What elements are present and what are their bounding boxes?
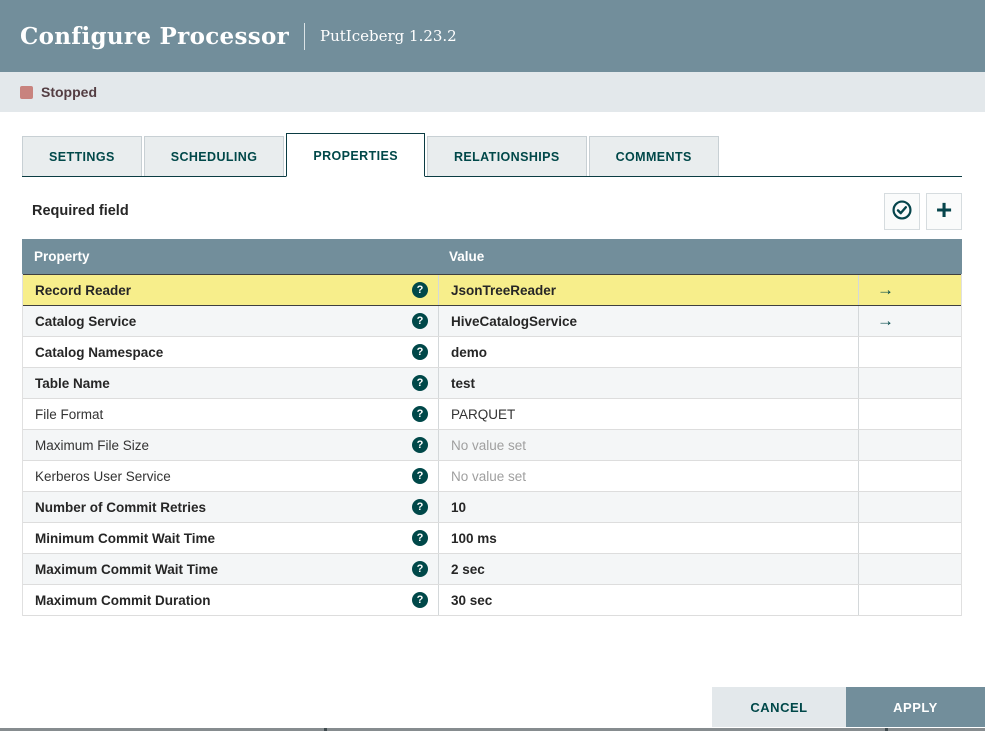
dialog-footer: CANCEL APPLY (712, 687, 985, 727)
property-value[interactable]: test (451, 376, 475, 391)
goto-service-arrow-icon[interactable]: → (877, 311, 894, 331)
property-name: Catalog Service (35, 313, 137, 329)
tab-bar: SETTINGS SCHEDULING PROPERTIES RELATIONSHIP… (22, 133, 962, 177)
property-row[interactable]: Minimum Commit Wait Time? 100 ms (23, 523, 961, 554)
property-row[interactable]: File Format? PARQUET (23, 399, 961, 430)
configure-processor-dialog: Configure Processor PutIceberg 1.23.2 St… (0, 0, 985, 731)
help-icon[interactable]: ? (412, 530, 428, 546)
help-icon[interactable]: ? (412, 592, 428, 608)
property-row[interactable]: Number of Commit Retries? 10 (23, 492, 961, 523)
property-row[interactable]: Maximum File Size? No value set (23, 430, 961, 461)
help-icon[interactable]: ? (412, 282, 428, 298)
property-row[interactable]: Kerberos User Service? No value set (23, 461, 961, 492)
status-label: Stopped (41, 84, 97, 100)
column-header-property: Property (34, 249, 90, 264)
tab-relationships[interactable]: RELATIONSHIPS (426, 136, 587, 176)
verify-properties-button[interactable] (884, 192, 920, 230)
required-field-label: Required field (32, 203, 129, 219)
add-property-button[interactable]: + (926, 192, 962, 230)
help-icon[interactable]: ? (412, 313, 428, 329)
status-bar: Stopped (0, 72, 985, 112)
property-row[interactable]: Maximum Commit Duration? 30 sec (23, 585, 961, 616)
property-value[interactable]: 100 ms (451, 531, 497, 546)
help-icon[interactable]: ? (412, 406, 428, 422)
help-icon[interactable]: ? (412, 468, 428, 484)
property-value[interactable]: 2 sec (451, 562, 485, 577)
property-name: Number of Commit Retries (35, 499, 207, 515)
properties-table: Property Value Record Reader? JsonTreeRea… (22, 239, 962, 616)
title-separator (304, 22, 306, 50)
property-row[interactable]: Maximum Commit Wait Time? 2 sec (23, 554, 961, 585)
property-name: Maximum Commit Duration (35, 592, 211, 608)
toolbar-buttons: + (884, 192, 962, 230)
property-name: Kerberos User Service (35, 468, 171, 484)
property-value[interactable]: No value set (451, 438, 526, 453)
table-body: Record Reader? JsonTreeReader → Catalog Ser… (22, 274, 962, 616)
help-icon[interactable]: ? (412, 561, 428, 577)
property-name: File Format (35, 406, 104, 422)
help-icon[interactable]: ? (412, 375, 428, 391)
help-icon[interactable]: ? (412, 437, 428, 453)
dialog-content: SETTINGS SCHEDULING PROPERTIES RELATIONSHIP… (0, 133, 985, 616)
stopped-status-icon (20, 85, 33, 99)
goto-service-arrow-icon[interactable]: → (877, 280, 894, 300)
property-row[interactable]: Catalog Service? HiveCatalogService → (23, 306, 961, 337)
tab-comments[interactable]: COMMENTS (588, 136, 719, 176)
property-row[interactable]: Record Reader? JsonTreeReader → (23, 274, 961, 306)
help-icon[interactable]: ? (412, 499, 428, 515)
property-name: Record Reader (35, 282, 132, 298)
property-name: Catalog Namespace (35, 344, 164, 360)
dialog-title: Configure Processor (20, 22, 290, 50)
property-value[interactable]: JsonTreeReader (451, 283, 556, 298)
property-name: Maximum Commit Wait Time (35, 561, 219, 577)
properties-toolbar: Required field + (22, 192, 962, 230)
property-name: Minimum Commit Wait Time (35, 530, 216, 546)
processor-type-version: PutIceberg 1.23.2 (320, 27, 457, 45)
property-name: Maximum File Size (35, 437, 150, 453)
property-value[interactable]: No value set (451, 469, 526, 484)
plus-icon: + (935, 193, 953, 225)
property-value[interactable]: HiveCatalogService (451, 314, 577, 329)
table-header: Property Value (22, 239, 962, 274)
property-value[interactable]: demo (451, 345, 487, 360)
help-icon[interactable]: ? (412, 344, 428, 360)
property-name: Table Name (35, 375, 110, 391)
property-value[interactable]: 30 sec (451, 593, 492, 608)
property-row[interactable]: Table Name? test (23, 368, 961, 399)
apply-button[interactable]: APPLY (846, 687, 985, 727)
check-circle-icon (891, 199, 913, 224)
tab-scheduling[interactable]: SCHEDULING (143, 136, 285, 176)
property-value[interactable]: PARQUET (451, 407, 515, 422)
dialog-header: Configure Processor PutIceberg 1.23.2 (0, 0, 985, 72)
tab-settings[interactable]: SETTINGS (22, 136, 142, 176)
property-row[interactable]: Catalog Namespace? demo (23, 337, 961, 368)
cancel-button[interactable]: CANCEL (712, 687, 846, 727)
property-value[interactable]: 10 (451, 500, 466, 515)
column-header-value: Value (449, 249, 485, 264)
tab-properties[interactable]: PROPERTIES (286, 133, 425, 177)
